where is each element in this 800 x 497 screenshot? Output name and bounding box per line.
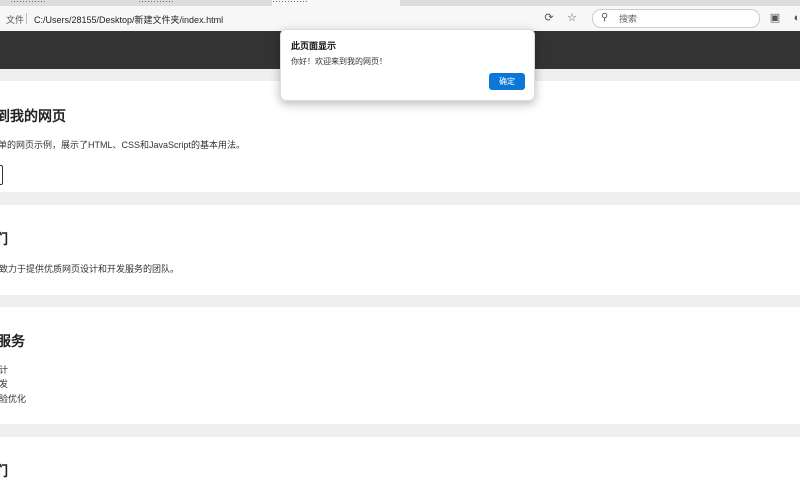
more-icon[interactable]: ◐ [790, 11, 800, 25]
section-title: 们 [0, 231, 8, 247]
search-icon: ⚲ [601, 12, 609, 23]
section-text: 致力于提供优质网页设计和开发服务的团队。 [0, 264, 180, 274]
section-title: 服务 [0, 333, 25, 349]
list-item: 发 [0, 379, 9, 389]
ok-button[interactable]: 确定 [489, 73, 525, 90]
list-item: 验优化 [0, 394, 27, 404]
dialog-title: 此页面显示 [291, 41, 337, 51]
address-bar[interactable]: C:/Users/28155/Desktop/新建文件夹/index.html [34, 13, 223, 26]
search-input[interactable] [617, 12, 751, 26]
address-divider [26, 13, 27, 24]
collections-icon[interactable]: ▣ [768, 11, 782, 25]
action-button[interactable] [0, 165, 3, 185]
section-about: 们 致力于提供优质网页设计和开发服务的团队。 [0, 205, 800, 295]
alert-dialog: 此页面显示 你好！欢迎来到我的网页！ 确定 [280, 29, 535, 101]
section-text: 单的网页示例，展示了HTML、CSS和JavaScript的基本用法。 [0, 140, 246, 150]
star-icon[interactable]: ☆ [565, 11, 579, 25]
tracking-icon[interactable]: ⟳ [542, 11, 556, 25]
section-title: 到我的网页 [0, 108, 66, 124]
file-scheme-label: 文件 [6, 15, 25, 25]
section-services: 服务 计 发 验优化 [0, 307, 800, 424]
dialog-message: 你好！欢迎来到我的网页！ [291, 57, 387, 66]
list-item: 计 [0, 365, 9, 375]
search-box[interactable]: ⚲ [592, 9, 760, 28]
section-title: 们 [0, 463, 8, 479]
section-contact: 们 [0, 437, 800, 497]
